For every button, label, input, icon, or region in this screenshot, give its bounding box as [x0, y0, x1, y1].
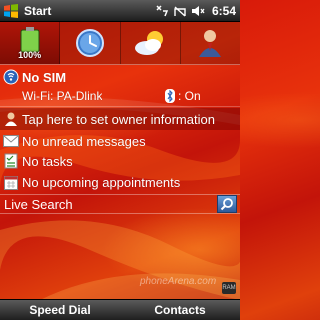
owner-info-row[interactable]: Tap here to set owner information	[0, 108, 240, 130]
windows-start-icon[interactable]	[0, 0, 22, 22]
battery-shortcut[interactable]: 100%	[0, 22, 61, 64]
appointments-row[interactable]: No upcoming appointments	[0, 172, 240, 193]
speed-dial-softkey[interactable]: Speed Dial	[0, 303, 120, 317]
clock-time[interactable]: 6:54	[212, 4, 236, 18]
start-menu-label[interactable]: Start	[24, 4, 51, 18]
ram-logo: RAM	[222, 282, 236, 294]
wifi-status-text: Wi-Fi: PA-Dlink	[22, 89, 103, 103]
bluetooth-icon	[165, 89, 175, 103]
search-icon	[220, 198, 233, 211]
sim-status-text: No SIM	[22, 69, 67, 85]
live-search-label[interactable]: Live Search	[0, 197, 217, 212]
wireless-icon	[0, 69, 22, 85]
divider	[0, 106, 240, 107]
volume-icon[interactable]	[191, 4, 205, 18]
contact-person-icon	[199, 30, 222, 57]
contacts-shortcut[interactable]	[181, 22, 240, 64]
appointments-text: No upcoming appointments	[22, 175, 181, 190]
calendar-icon	[0, 175, 22, 190]
bluetooth-status-text: : On	[178, 89, 201, 103]
weather-shortcut[interactable]	[121, 22, 181, 64]
wifi-row[interactable]: Wi-Fi: PA-Dlink : On	[0, 87, 240, 105]
live-search-bar[interactable]: Live Search	[0, 194, 240, 214]
tasks-row[interactable]: No tasks	[0, 151, 240, 171]
messages-row[interactable]: No unread messages	[0, 131, 240, 151]
messages-text: No unread messages	[22, 133, 146, 149]
top-status-bar: Start 6:54	[0, 0, 240, 22]
bluetooth-status[interactable]: : On	[165, 89, 201, 103]
envelope-icon	[0, 135, 22, 147]
weather-icon	[135, 31, 164, 55]
clock-icon	[75, 29, 104, 57]
clock-shortcut[interactable]	[60, 22, 121, 64]
owner-info-text: Tap here to set owner information	[22, 111, 215, 127]
contacts-softkey[interactable]: Contacts	[120, 303, 240, 317]
tasks-clipboard-icon	[0, 153, 22, 169]
no-signal-icon[interactable]	[173, 4, 187, 18]
owner-person-icon	[0, 111, 22, 127]
tasks-text: No tasks	[22, 153, 73, 169]
battery-percent: 100%	[18, 50, 42, 60]
sim-status-row[interactable]: No SIM	[0, 67, 240, 87]
search-button[interactable]	[217, 195, 237, 213]
watermark: phoneArena.com	[140, 276, 217, 287]
soft-key-bar: Speed Dial Contacts	[0, 299, 240, 320]
shortcut-bar: 100%	[0, 22, 240, 65]
connectivity-icon[interactable]	[155, 4, 169, 18]
